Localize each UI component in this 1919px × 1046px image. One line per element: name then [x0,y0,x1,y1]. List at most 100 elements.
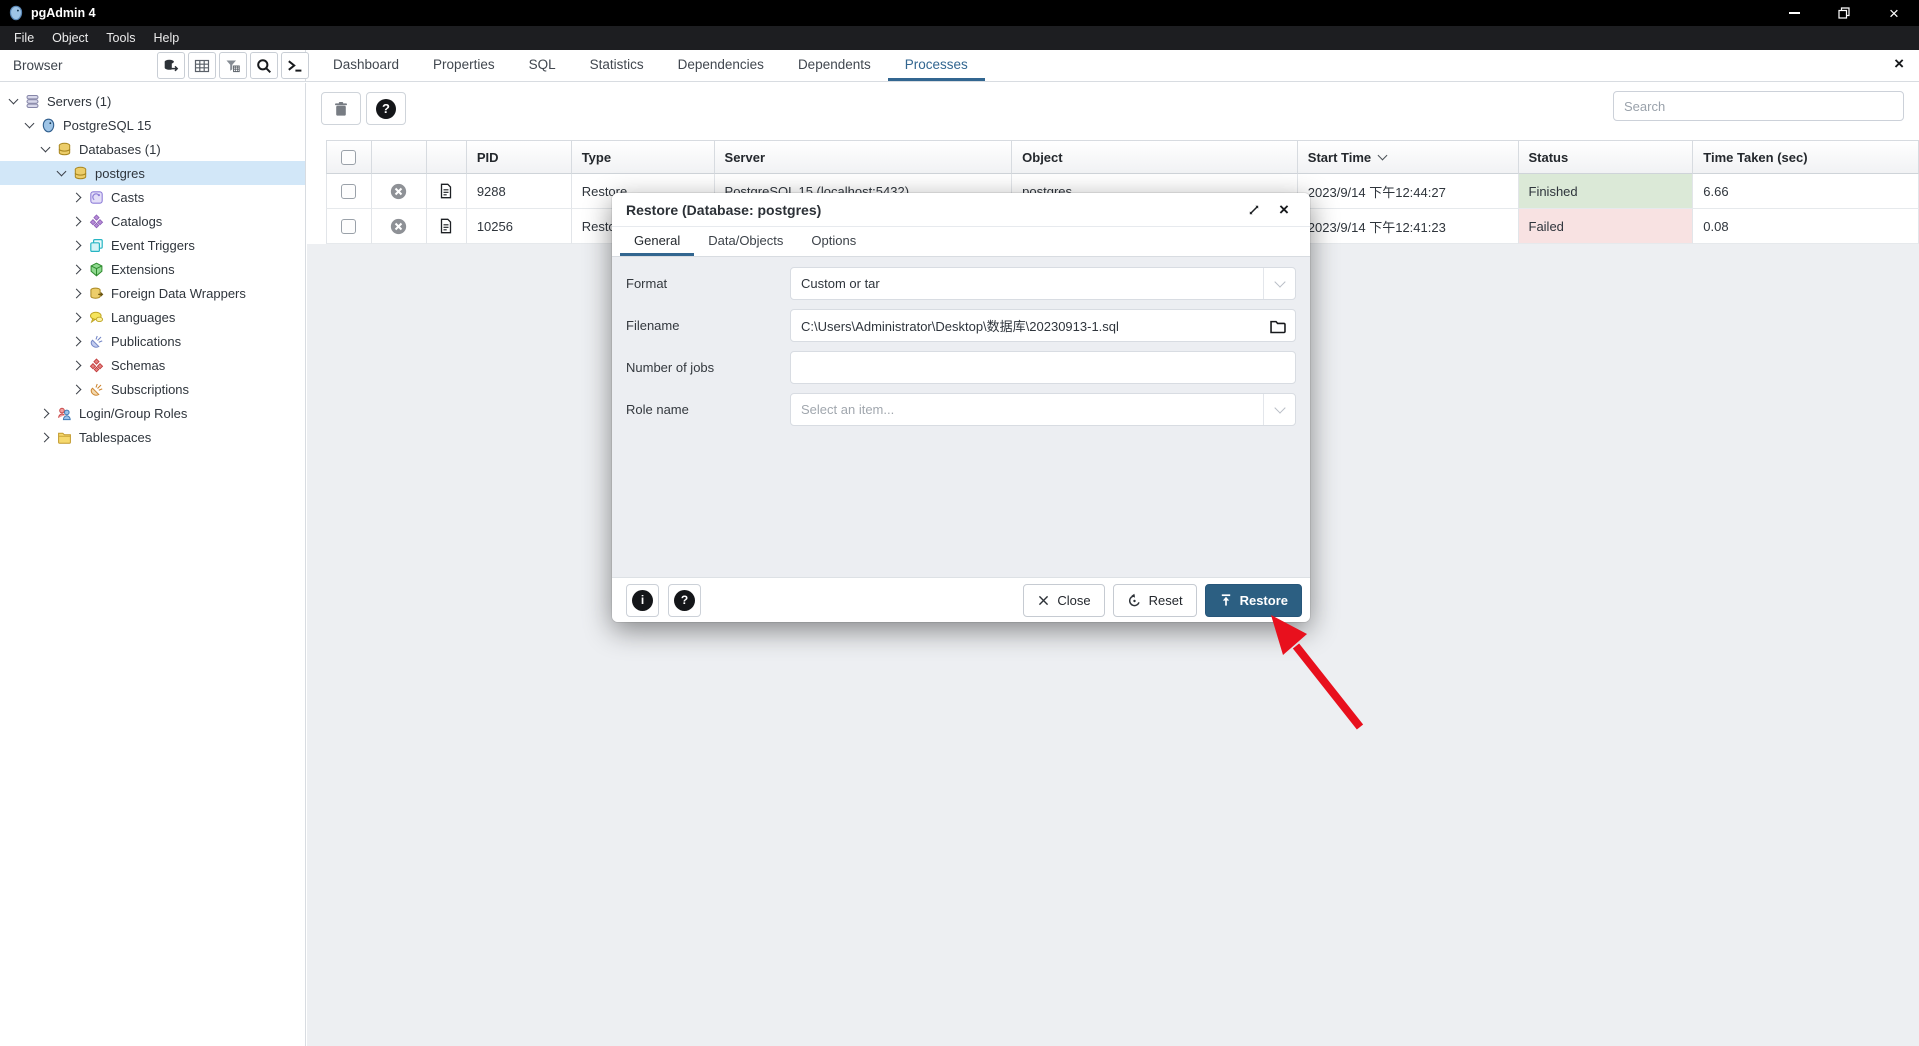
dialog-maximize-button[interactable] [1242,198,1266,222]
minimize-button[interactable] [1769,0,1819,26]
table-cell [326,209,372,244]
row-checkbox[interactable] [341,184,356,199]
tablespaces-icon [56,430,73,445]
table-cell: 2023/9/14 下午12:41:23 [1298,209,1519,244]
chevron-right-icon[interactable] [70,334,85,348]
filename-input[interactable]: C:\Users\Administrator\Desktop\数据库\20230… [790,309,1296,342]
browser-terminal-button[interactable] [281,52,309,79]
sidebar-item-publications[interactable]: Publications [0,329,305,353]
column-header-server[interactable]: Server [715,140,1013,174]
tab-dashboard[interactable]: Dashboard [316,50,416,81]
cancel-icon[interactable] [390,183,407,200]
column-header-type[interactable]: Type [572,140,715,174]
panel-close-icon[interactable]: × [1894,55,1904,72]
column-header-blank [372,140,427,174]
chevron-down-icon[interactable] [6,94,21,108]
help-icon: ? [674,590,695,611]
tab-dependents[interactable]: Dependents [781,50,888,81]
chevron-right-icon[interactable] [38,406,53,420]
column-header-blank[interactable] [326,140,372,174]
sidebar-item-catalogs[interactable]: Catalogs [0,209,305,233]
chevron-right-icon[interactable] [70,238,85,252]
cancel-icon[interactable] [390,218,407,235]
sort-desc-icon [1378,150,1388,160]
tab-statistics[interactable]: Statistics [573,50,661,81]
chevron-down-icon [1274,276,1285,287]
sidebar-item-databases-1[interactable]: Databases (1) [0,137,305,161]
tab-properties[interactable]: Properties [416,50,512,81]
table-cell: 9288 [467,174,572,209]
role-name-select[interactable]: Select an item... [790,393,1296,426]
browser-filter-button[interactable] [219,52,247,79]
dialog-tab-general[interactable]: General [620,227,694,256]
dialog-tab-data-objects[interactable]: Data/Objects [694,227,797,256]
chevron-right-icon[interactable] [70,382,85,396]
tab-dependencies[interactable]: Dependencies [661,50,781,81]
dropdown-toggle[interactable] [1263,268,1295,299]
file-details-icon[interactable] [438,183,454,199]
column-header-start-time[interactable]: Start Time [1298,140,1519,174]
column-header-object[interactable]: Object [1012,140,1298,174]
extensions-icon [88,262,105,277]
column-header-time-taken-sec[interactable]: Time Taken (sec) [1693,140,1919,174]
sidebar-item-schemas[interactable]: Schemas [0,353,305,377]
dialog-close-icon[interactable]: × [1272,198,1296,222]
number-of-jobs-input[interactable] [790,351,1296,384]
menu-object[interactable]: Object [43,28,97,48]
select-all-checkbox[interactable] [341,150,356,165]
row-checkbox[interactable] [341,219,356,234]
close-button[interactable]: Close [1023,584,1104,617]
chevron-right-icon[interactable] [38,430,53,444]
file-details-icon[interactable] [438,218,454,234]
reset-button[interactable]: Reset [1113,584,1197,617]
tab-sql[interactable]: SQL [512,50,573,81]
sidebar-item-extensions[interactable]: Extensions [0,257,305,281]
chevron-down-icon[interactable] [38,142,53,156]
tab-processes[interactable]: Processes [888,50,985,81]
close-window-button[interactable]: × [1869,0,1919,26]
sidebar-item-label: Languages [111,310,175,325]
browser-grid-button[interactable] [188,52,216,79]
browse-file-button[interactable] [1269,318,1286,335]
sidebar-item-postgres[interactable]: postgres [0,161,305,185]
delete-process-button[interactable] [321,92,361,125]
sidebar-item-casts[interactable]: Casts [0,185,305,209]
browser-quick-search-button[interactable] [250,52,278,79]
sidebar-item-languages[interactable]: Languages [0,305,305,329]
chevron-down-icon[interactable] [54,166,69,180]
sidebar-item-subscriptions[interactable]: Subscriptions [0,377,305,401]
dropdown-toggle[interactable] [1263,394,1295,425]
column-header-pid[interactable]: PID [467,140,572,174]
column-header-status[interactable]: Status [1519,140,1694,174]
schemas-icon [88,358,105,373]
menu-help[interactable]: Help [144,28,188,48]
chevron-right-icon[interactable] [70,214,85,228]
sidebar-item-event-triggers[interactable]: Event Triggers [0,233,305,257]
dialog-help-button[interactable]: ? [668,584,701,617]
browser-add-server-button[interactable] [157,52,185,79]
chevron-right-icon[interactable] [70,358,85,372]
field-row-number-of-jobs: Number of jobs [626,351,1296,384]
sidebar-item-tablespaces[interactable]: Tablespaces [0,425,305,449]
restore-window-button[interactable] [1819,0,1869,26]
chevron-right-icon[interactable] [70,190,85,204]
sidebar-item-login-group-roles[interactable]: Login/Group Roles [0,401,305,425]
sidebar-item-postgresql-15[interactable]: PostgreSQL 15 [0,113,305,137]
menu-file[interactable]: File [5,28,43,48]
dialog-tab-options[interactable]: Options [797,227,870,256]
restore-button[interactable]: Restore [1205,584,1302,617]
chevron-right-icon[interactable] [70,310,85,324]
chevron-right-icon[interactable] [70,262,85,276]
sidebar-item-label: Servers (1) [47,94,111,109]
menu-tools[interactable]: Tools [97,28,144,48]
database-icon [72,166,89,181]
dialog-info-button[interactable]: i [626,584,659,617]
help-button[interactable]: ? [366,92,406,125]
sidebar-item-foreign-data-wrappers[interactable]: Foreign Data Wrappers [0,281,305,305]
format-select[interactable]: Custom or tar [790,267,1296,300]
close-icon: × [1889,5,1899,22]
sidebar-item-servers-1[interactable]: Servers (1) [0,89,305,113]
search-input[interactable] [1613,91,1904,121]
chevron-right-icon[interactable] [70,286,85,300]
chevron-down-icon[interactable] [22,118,37,132]
